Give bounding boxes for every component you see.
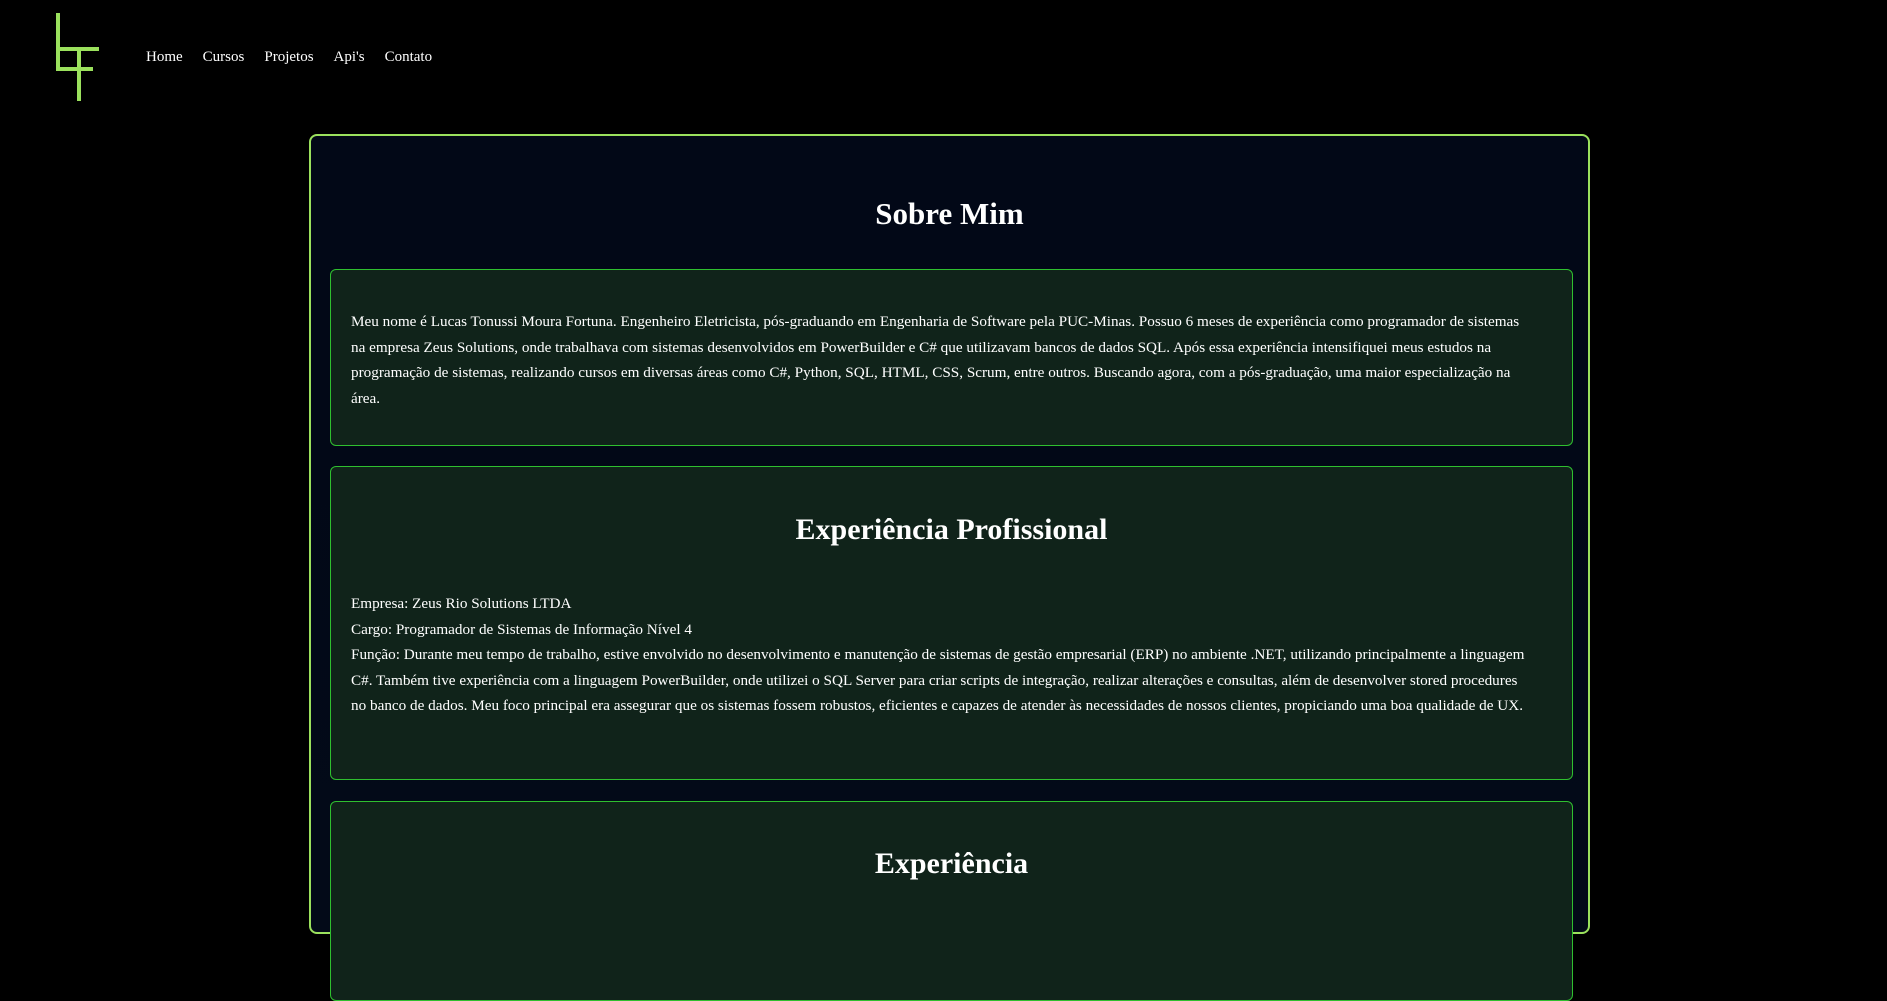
about-card: Meu nome é Lucas Tonussi Moura Fortuna. … [330, 269, 1573, 446]
nav-projetos-link[interactable]: Projetos [264, 48, 313, 66]
experience-title: Experiência Profissional [795, 513, 1108, 546]
page-title: Sobre Mim [875, 196, 1024, 231]
experience-company: Empresa: Zeus Rio Solutions LTDA [351, 595, 572, 612]
nav-home-link[interactable]: Home [146, 48, 183, 66]
experience-function: Função: Durante meu tempo de trabalho, e… [351, 646, 1525, 715]
about-panel: Sobre Mim Meu nome é Lucas Tonussi Moura… [309, 134, 1590, 1001]
experience-role: Cargo: Programador de Sistemas de Inform… [351, 620, 692, 638]
experience-card: Experiência Profissional Empresa: Zeus R… [330, 466, 1573, 780]
nav-apis-link[interactable]: Api's [334, 48, 365, 66]
experience-title-2: Experiência [874, 847, 1029, 880]
site-header: Home Cursos Projetos Api's Contato [0, 0, 1887, 110]
main-nav: Home Cursos Projetos Api's Contato [146, 48, 432, 66]
about-text: Meu nome é Lucas Tonussi Moura Fortuna. … [351, 313, 1520, 407]
nav-contato-link[interactable]: Contato [385, 48, 433, 66]
nav-cursos-link[interactable]: Cursos [203, 48, 245, 66]
experience-card-2: Experiência [330, 801, 1573, 1001]
lt-logo-icon[interactable] [55, 13, 101, 101]
